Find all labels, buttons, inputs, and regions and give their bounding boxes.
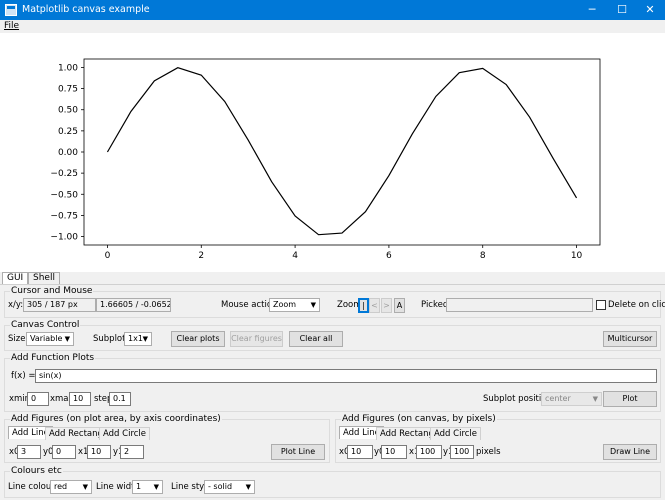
y-tick-label: 0.50 — [58, 106, 78, 116]
multicursor-button[interactable]: Multicursor — [603, 331, 657, 347]
maximize-button[interactable]: ☐ — [607, 0, 637, 20]
y1-input[interactable]: 100 — [450, 445, 474, 459]
window-title: Matplotlib canvas example — [22, 4, 150, 15]
x0-input[interactable]: 3 — [17, 445, 41, 459]
title-bar: Matplotlib canvas example ─ ☐ ✕ — [0, 0, 665, 20]
gui-panel: Cursor and Mouse x/y: 305 / 187 px 1.666… — [0, 284, 665, 500]
subplot-position-select[interactable]: center ▼ — [541, 392, 602, 406]
line-width-value: 1 — [136, 482, 142, 491]
y-tick-label: −0.50 — [50, 190, 78, 200]
dropdown-arrow-icon: ▼ — [82, 483, 88, 491]
fx-label: f(x) = — [11, 371, 36, 381]
sine-plot[interactable]: 0 2 4 6 8 10 −1.00 −0.75 −0.50 −0.25 0.00 0.25 0.50 0… — [0, 33, 665, 272]
line-style-value: - solid — [208, 482, 233, 491]
mouse-action-value: Zoom — [273, 300, 297, 309]
dropdown-arrow-icon: ▼ — [245, 483, 251, 491]
data-readout: 1.66605 / -0.0652378 — [96, 298, 171, 312]
group-title: Add Function Plots — [10, 353, 96, 364]
y-tick-label: 1.00 — [58, 63, 78, 73]
delete-on-click-checkbox[interactable] — [596, 300, 606, 310]
zoom-forward-button[interactable]: > — [381, 298, 392, 313]
line-style-select[interactable]: - solid ▼ — [204, 480, 255, 494]
zoom-auto-button[interactable]: A — [394, 298, 405, 313]
y-tick-label: 0.25 — [58, 127, 78, 137]
plot-axes-frame — [83, 58, 601, 246]
line-colour-value: red — [54, 482, 68, 491]
minimize-button[interactable]: ─ — [577, 0, 607, 20]
plot-canvas[interactable]: 0 2 4 6 8 10 −1.00 −0.75 −0.50 −0.25 0.00 0.25 0.50 0… — [0, 33, 665, 272]
line-colour-select[interactable]: red ▼ — [50, 480, 92, 494]
x0-input[interactable]: 10 — [347, 445, 373, 459]
group-title: Add Figures (on plot area, by axis coord… — [10, 414, 222, 425]
xy-label: x/y: — [8, 300, 24, 310]
subplots-value: 1x1 — [128, 334, 143, 343]
picked-field — [446, 298, 593, 312]
x1-input[interactable]: 10 — [87, 445, 111, 459]
subplots-select[interactable]: 1x1 ▼ — [124, 332, 152, 346]
y-tick-label: −1.00 — [50, 233, 78, 243]
y0-input[interactable]: 0 — [52, 445, 76, 459]
clear-all-button[interactable]: Clear all — [289, 331, 343, 347]
subplot-position-value: center — [545, 394, 571, 403]
draw-line-button[interactable]: Draw Line — [603, 444, 657, 460]
x-tick-label: 2 — [198, 251, 204, 261]
menu-bar: File — [0, 20, 665, 33]
pixels-label: pixels — [476, 447, 501, 457]
y-tick-label: −0.25 — [50, 169, 78, 179]
group-title: Canvas Control — [10, 320, 81, 331]
dropdown-arrow-icon: ▼ — [592, 395, 598, 403]
figures-axes-group: Add Figures (on plot area, by axis coord… — [4, 414, 330, 463]
app-icon — [5, 4, 17, 16]
function-plots-group: Add Function Plots f(x) = sin(x) xmin 0 … — [4, 353, 661, 412]
pixel-readout: 305 / 187 px — [23, 298, 96, 312]
close-button[interactable]: ✕ — [635, 0, 665, 20]
dropdown-arrow-icon: ▼ — [142, 335, 148, 343]
x-tick-label: 6 — [386, 251, 392, 261]
xmin-input[interactable]: 0 — [27, 392, 49, 406]
y1-input[interactable]: 2 — [120, 445, 144, 459]
xmax-input[interactable]: 10 — [69, 392, 91, 406]
dropdown-arrow-icon: ▼ — [310, 301, 316, 309]
mouse-action-select[interactable]: Zoom ▼ — [269, 298, 320, 312]
size-value: Variable — [30, 334, 63, 343]
x-tick-label: 0 — [105, 251, 111, 261]
dropdown-arrow-icon: ▼ — [64, 335, 70, 343]
figures-pixels-group: Add Figures (on canvas, by pixels) Add L… — [335, 414, 661, 463]
zoom-back-button[interactable]: < — [369, 298, 380, 313]
group-title: Colours etc — [10, 466, 63, 477]
colours-group: Colours etc Line colour: red ▼ Line widt… — [4, 466, 661, 498]
group-title: Add Figures (on canvas, by pixels) — [341, 414, 497, 425]
clear-figures-button[interactable]: Clear figures — [230, 331, 283, 347]
tab-bar: GUI Shell — [0, 272, 665, 284]
dropdown-arrow-icon: ▼ — [153, 483, 159, 491]
group-title: Cursor and Mouse — [10, 286, 94, 297]
x-tick-label: 10 — [571, 251, 583, 261]
tab-add-circle[interactable]: Add Circle — [99, 427, 151, 440]
y-tick-label: −0.75 — [50, 211, 78, 221]
zoom-reset-button[interactable]: | — [358, 298, 369, 313]
y-tick-label: 0.00 — [58, 148, 78, 158]
x-tick-label: 4 — [292, 251, 298, 261]
clear-plots-button[interactable]: Clear plots — [171, 331, 225, 347]
tab-add-circle[interactable]: Add Circle — [430, 427, 482, 440]
tab-shell[interactable]: Shell — [28, 272, 60, 284]
step-input[interactable]: 0.1 — [109, 392, 131, 406]
plot-button[interactable]: Plot — [603, 391, 657, 407]
x1-input[interactable]: 100 — [416, 445, 442, 459]
size-select[interactable]: Variable ▼ — [26, 332, 74, 346]
delete-on-click-label[interactable]: Delete on click — [608, 300, 665, 311]
x-tick-label: 8 — [480, 251, 486, 261]
cursor-mouse-group: Cursor and Mouse x/y: 305 / 187 px 1.666… — [4, 286, 665, 318]
y0-input[interactable]: 10 — [381, 445, 407, 459]
tab-gui[interactable]: GUI — [2, 272, 29, 284]
canvas-control-group: Canvas Control Size: Variable ▼ Subplots… — [4, 320, 661, 351]
y-tick-label: 0.75 — [58, 85, 78, 95]
line-width-select[interactable]: 1 ▼ — [132, 480, 163, 494]
plot-line-button[interactable]: Plot Line — [271, 444, 325, 460]
fx-input[interactable]: sin(x) — [35, 369, 657, 383]
menu-file[interactable]: File — [4, 21, 19, 31]
